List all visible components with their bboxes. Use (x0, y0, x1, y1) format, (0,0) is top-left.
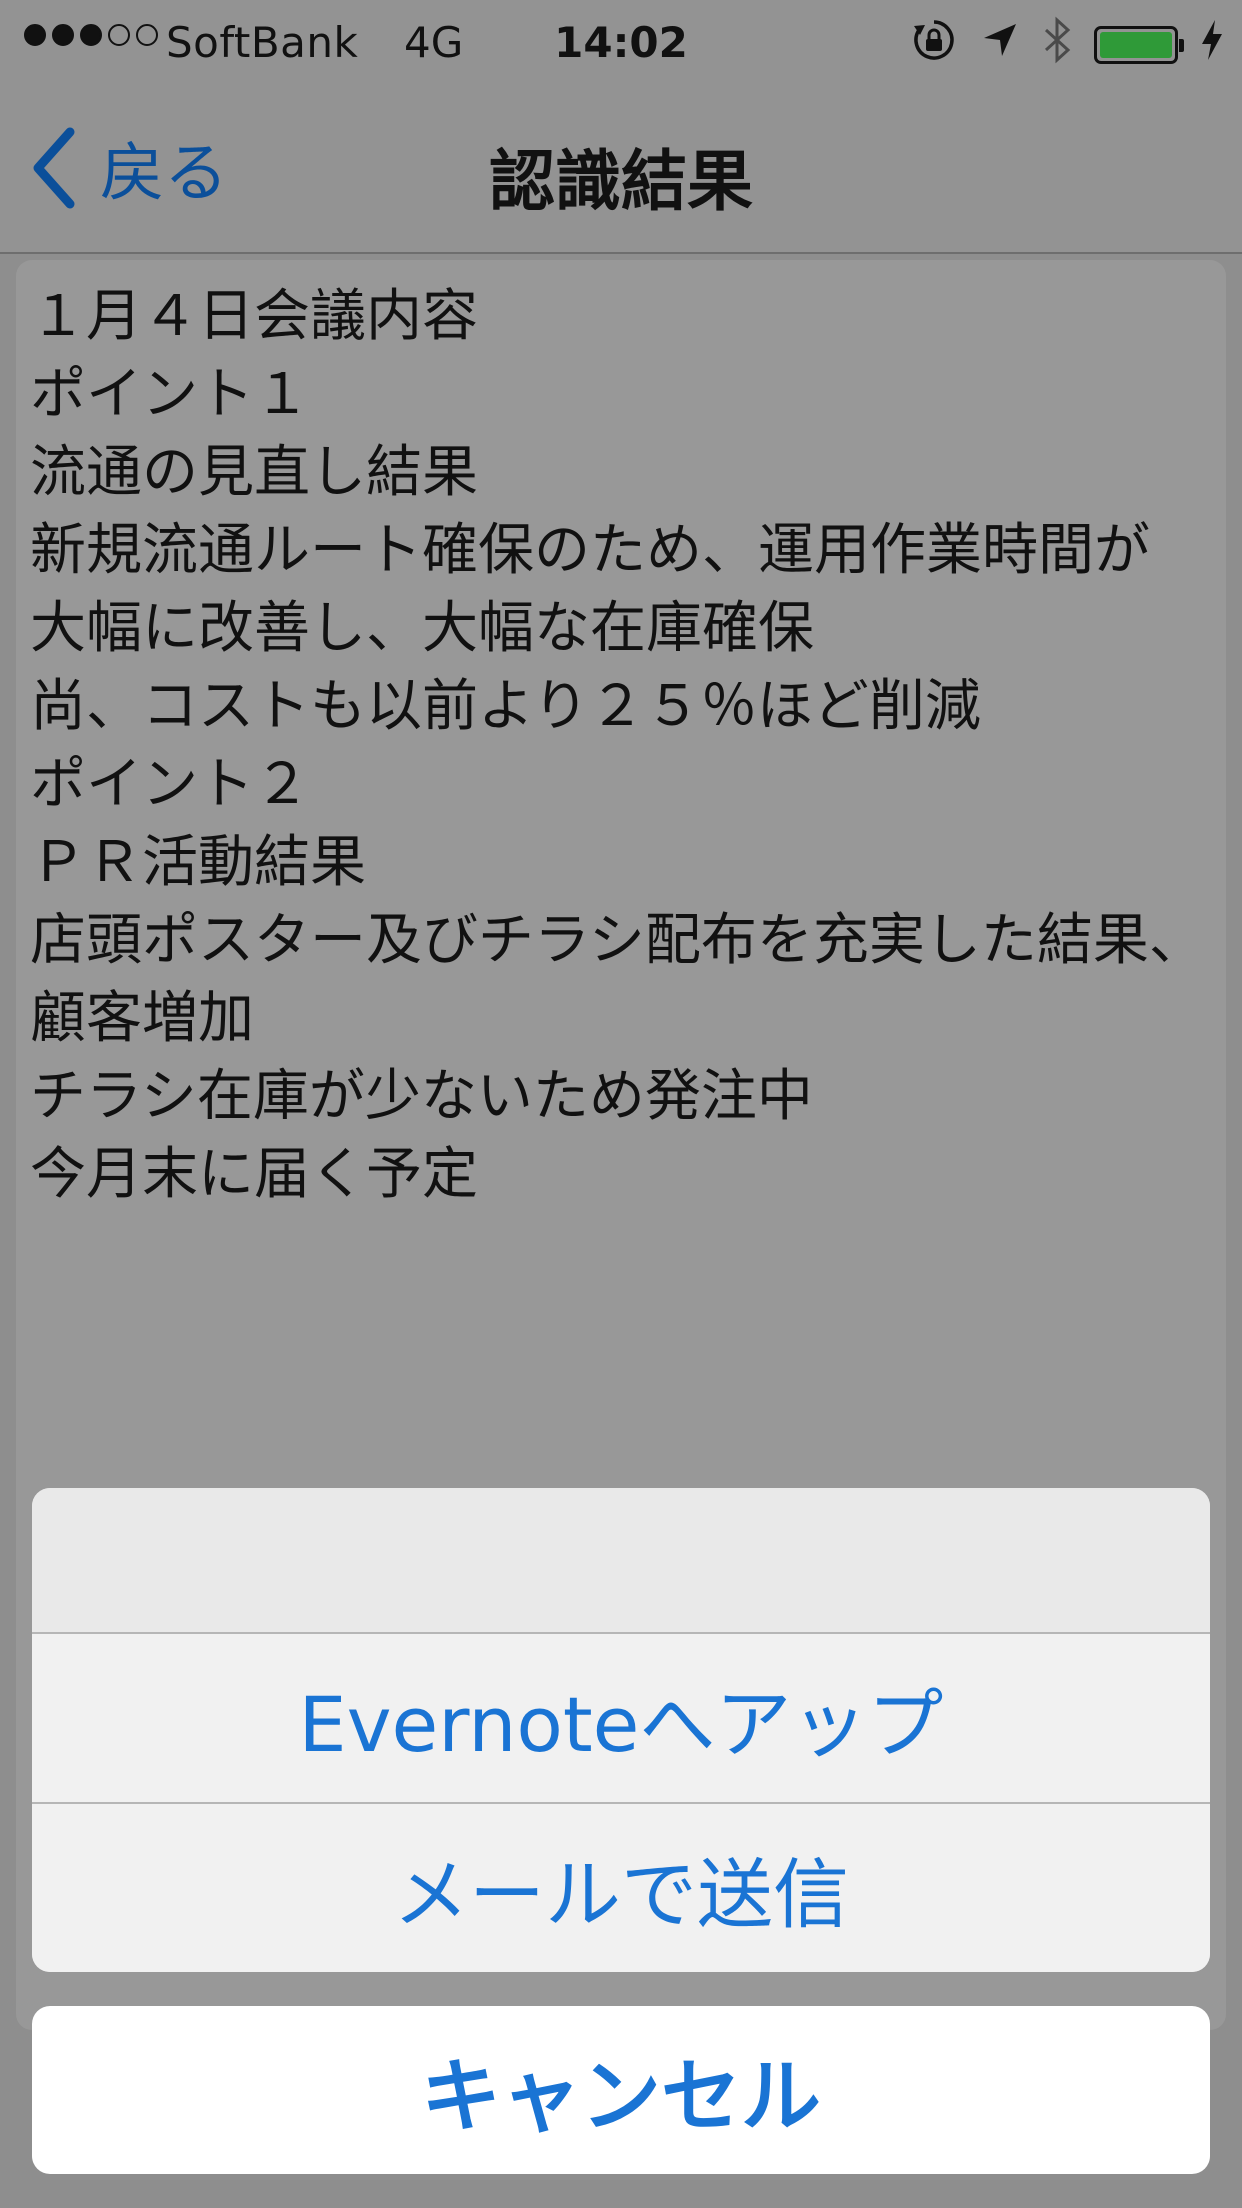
bluetooth-icon (1042, 16, 1072, 74)
cancel-button[interactable]: キャンセル (32, 2006, 1210, 2174)
action-sheet-title (32, 1488, 1210, 1634)
recognized-text[interactable]: １月４日会議内容 ポイント１ 流通の見直し結果 新規流通ルート確保のため、運用作… (30, 278, 1220, 1214)
rotation-lock-icon (910, 16, 958, 74)
location-arrow-icon (980, 20, 1020, 70)
status-bar: SoftBank 4G 14:02 (0, 0, 1242, 84)
navigation-bar: 戻る 認識結果 (0, 84, 1242, 254)
action-sheet: Evernoteへアップ メールで送信 (32, 1488, 1210, 1972)
battery-icon (1094, 26, 1184, 64)
charging-bolt-icon (1200, 18, 1224, 72)
battery-fill (1100, 32, 1172, 58)
status-icons (910, 16, 1224, 74)
send-email-button[interactable]: メールで送信 (32, 1802, 1210, 1972)
page-title: 認識結果 (489, 143, 753, 220)
evernote-upload-button[interactable]: Evernoteへアップ (32, 1634, 1210, 1802)
